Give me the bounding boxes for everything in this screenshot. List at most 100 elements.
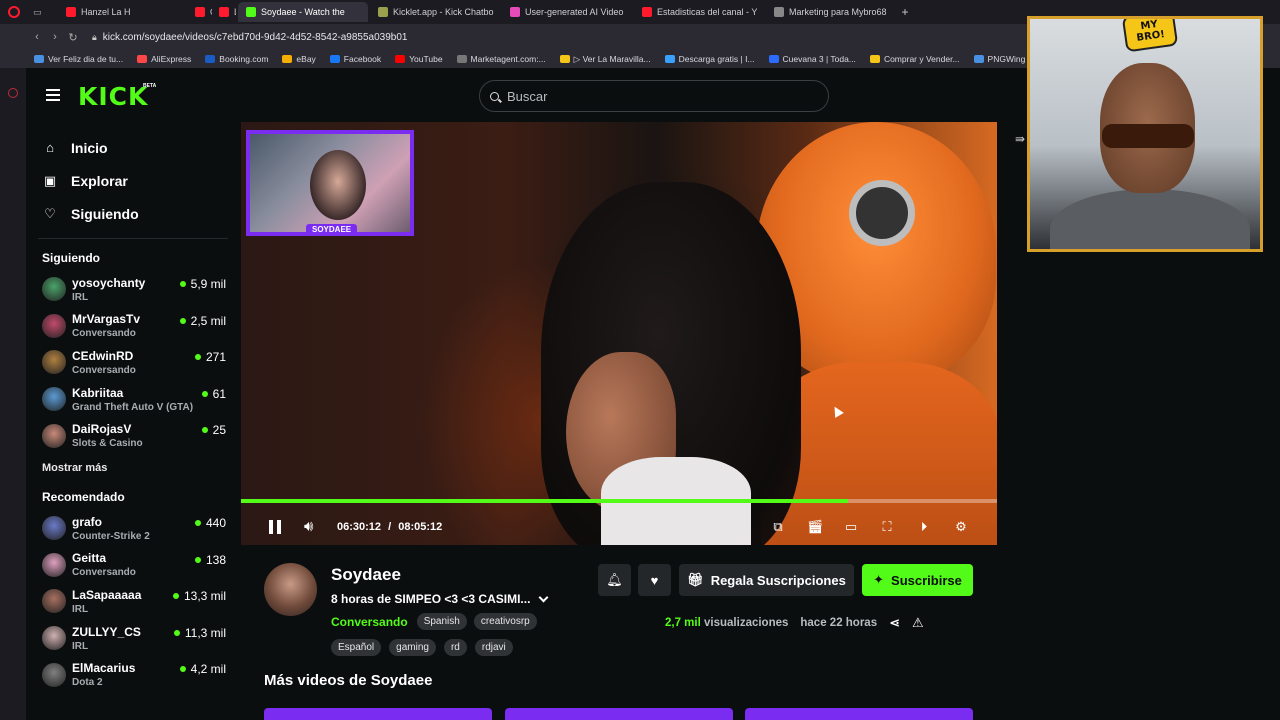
bookmark-item[interactable]: Booking.com xyxy=(205,54,268,64)
playback-speed-icon[interactable]: ⏵ xyxy=(916,519,932,535)
notification-bell-button[interactable]: 🔔︎ xyxy=(598,564,631,596)
tab-label: User-generated AI Video xyxy=(525,7,624,17)
bookmark-label: Marketagent.com:... xyxy=(470,54,546,64)
tag-pill[interactable]: rdjavi xyxy=(474,639,513,656)
bookmark-item[interactable]: Facebook xyxy=(329,54,381,64)
channel-text: Kabriitaa Grand Theft Auto V (GTA) xyxy=(72,386,193,413)
theater-mode-icon[interactable]: ▭ xyxy=(843,519,859,535)
bookmark-favicon-icon xyxy=(664,55,675,63)
bookmark-label: eBay xyxy=(296,54,316,64)
webcam-person-glasses xyxy=(1102,124,1194,148)
browser-tab[interactable]: Hanzel La H xyxy=(58,2,188,22)
workspace-icon[interactable]: ▭ xyxy=(28,2,58,22)
browser-tab[interactable]: Soydaee - Watch the xyxy=(238,2,368,22)
tag-pill[interactable]: rd xyxy=(443,639,467,656)
follow-heart-button[interactable]: ♥ xyxy=(638,564,671,596)
channel-text: MrVargasTv Conversando xyxy=(72,312,140,339)
channel-avatar xyxy=(42,516,66,541)
opera-sidebar-icon[interactable] xyxy=(8,88,18,98)
bookmark-item[interactable]: Ver Feliz dia de tu... xyxy=(34,54,123,64)
pause-icon[interactable] xyxy=(269,520,281,534)
video-title: 8 horas de SIMPEO <3 <3 CASIMI... xyxy=(331,592,531,606)
channel-name: grafo xyxy=(72,514,102,529)
tab-favicon-icon xyxy=(510,7,520,17)
viewer-count-value: 2,5 mil xyxy=(190,313,226,328)
pip-mode-icon[interactable]: ⧉ xyxy=(770,519,786,535)
bookmark-item[interactable]: YouTube xyxy=(395,54,443,64)
channel-list-item[interactable]: Geitta Conversando 138 xyxy=(26,547,240,584)
live-dot-icon xyxy=(194,519,201,526)
chevron-down-icon[interactable] xyxy=(538,592,549,602)
kick-logo[interactable]: KICK xyxy=(78,82,148,111)
sidebar-nav-inicio[interactable]: ⌂ Inicio xyxy=(26,131,240,164)
viewer-count-value: 61 xyxy=(212,386,226,401)
browser-tab[interactable]: Kicklet.app - Kick Chatbo xyxy=(370,2,500,22)
bookmark-item[interactable]: ▷ Ver La Maravilla... xyxy=(559,54,651,65)
url-text[interactable]: kick.com/soydaee/videos/c7ebd70d-9d42-4d… xyxy=(103,32,408,43)
subscribe-button[interactable]: ✦ Suscribirse xyxy=(862,564,973,596)
tag-pill[interactable]: creativosrp xyxy=(473,613,537,630)
back-icon[interactable]: ‹ xyxy=(28,31,46,43)
sidebar-nav-explorar[interactable]: ▣ Explorar xyxy=(26,164,240,197)
browser-tab[interactable]: Marketing para Mybro68 xyxy=(766,2,896,22)
webcam-person-body xyxy=(1050,189,1250,249)
channel-avatar xyxy=(42,662,66,687)
expand-chat-icon[interactable]: ⇛ xyxy=(1015,132,1025,146)
channel-list-item[interactable]: CEdwinRD Conversando 271 xyxy=(26,344,240,381)
channel-list-item[interactable]: DaiRojasV Slots & Casino 25 xyxy=(26,417,240,454)
forward-icon[interactable]: › xyxy=(46,31,64,43)
viewer-count: 13,3 mil xyxy=(172,589,226,603)
browser-tab[interactable]: User-generated AI Video xyxy=(502,2,632,22)
channel-list-item[interactable]: LaSapaaaaa IRL 13,3 mil xyxy=(26,583,240,620)
bookmark-item[interactable]: Comprar y Vender... xyxy=(869,54,960,64)
search-box[interactable] xyxy=(479,80,829,112)
channel-list-item[interactable]: MrVargasTv Conversando 2,5 mil xyxy=(26,308,240,345)
bookmark-item[interactable]: Marketagent.com:... xyxy=(456,54,546,64)
bookmark-item[interactable]: Descarga gratis | I... xyxy=(664,54,755,64)
tag-pill[interactable]: gaming xyxy=(389,639,436,656)
bookmark-item[interactable]: Cuevana 3 | Toda... xyxy=(768,54,856,64)
video-thumbnail[interactable] xyxy=(264,708,492,720)
video-player[interactable]: SOYDAEE 🔊︎ 06:30:12 / 08:05:12 ⧉ 🎬︎ ▭ ⛶ … xyxy=(241,122,997,545)
channel-list-item[interactable]: Kabriitaa Grand Theft Auto V (GTA) 61 xyxy=(26,381,240,418)
fullscreen-icon[interactable]: ⛶ xyxy=(879,519,895,535)
channel-list-item[interactable]: grafo Counter-Strike 2 440 xyxy=(26,510,240,547)
settings-gear-icon[interactable]: ⚙ xyxy=(953,519,969,535)
progress-bar[interactable] xyxy=(241,499,997,503)
channel-name[interactable]: Soydaee xyxy=(331,565,401,585)
gift-icon: 🎁︎ xyxy=(687,572,704,587)
viewer-count: 11,3 mil xyxy=(173,626,226,640)
sidebar-nav-siguiendo[interactable]: ♡ Siguiendo xyxy=(26,197,240,230)
volume-icon[interactable]: 🔊︎ xyxy=(304,518,313,535)
gift-subs-button[interactable]: 🎁︎ Regala Suscripciones xyxy=(679,564,854,596)
new-tab-button[interactable]: + xyxy=(896,5,914,19)
menu-icon[interactable] xyxy=(46,89,60,101)
view-count: 2,7 mil xyxy=(665,617,701,629)
channel-list-item[interactable]: ElMacarius Dota 2 4,2 mil xyxy=(26,656,240,693)
browser-tab[interactable]: Lu xyxy=(214,2,236,22)
channel-avatar[interactable] xyxy=(264,563,317,616)
live-dot-icon xyxy=(179,317,186,324)
share-icon[interactable]: ⋖ xyxy=(889,615,900,631)
video-thumbnail[interactable] xyxy=(505,708,733,720)
video-thumbnail[interactable] xyxy=(745,708,973,720)
search-input[interactable] xyxy=(507,88,807,104)
bookmark-item[interactable]: AliExpress xyxy=(137,54,191,64)
clip-icon[interactable]: 🎬︎ xyxy=(807,519,824,535)
bookmark-favicon-icon xyxy=(456,55,467,63)
show-more-link[interactable]: Mostrar más xyxy=(26,462,240,474)
browser-tab[interactable]: Estadisticas del canal - Y xyxy=(634,2,764,22)
reload-icon[interactable]: ↻ xyxy=(64,31,82,44)
tag-pill[interactable]: Español xyxy=(331,639,382,656)
video-title-row: 8 horas de SIMPEO <3 <3 CASIMI... xyxy=(331,592,549,606)
tag-pill[interactable]: Spanish xyxy=(416,613,467,630)
channel-text: ZULLYY_CS IRL xyxy=(72,625,141,652)
sidebar-nav-label: Siguiendo xyxy=(71,205,139,222)
bookmark-item[interactable]: eBay xyxy=(282,54,316,64)
channel-list-item[interactable]: ZULLYY_CS IRL 11,3 mil xyxy=(26,620,240,657)
channel-list-item[interactable]: yosoychanty IRL 5,9 mil xyxy=(26,271,240,308)
opera-logo-icon[interactable] xyxy=(0,0,28,24)
browser-tab[interactable]: Ovi xyxy=(190,2,212,22)
category-link[interactable]: Conversando xyxy=(331,615,408,629)
report-warning-icon[interactable]: ⚠ xyxy=(912,615,924,631)
